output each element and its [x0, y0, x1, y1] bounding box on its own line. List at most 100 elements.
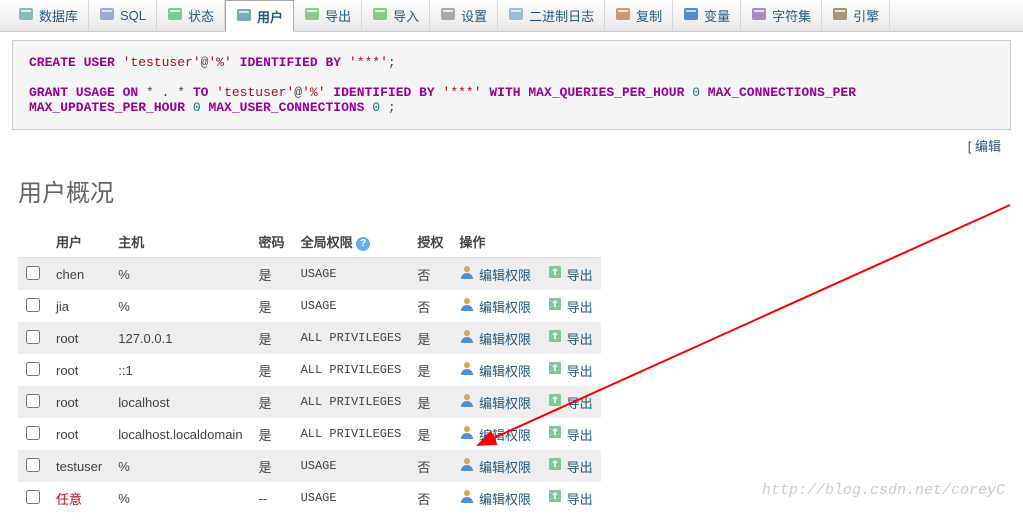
cell-grant: 是 — [409, 354, 451, 386]
cell-priv: USAGE — [293, 290, 410, 322]
sql-keyword: WITH MAX_QUERIES_PER_HOUR — [482, 85, 693, 100]
table-row: root::1是ALL PRIVILEGES是 编辑权限 导出 — [18, 354, 601, 386]
row-checkbox[interactable] — [26, 266, 40, 280]
edit-priv-link[interactable]: 编辑权限 — [479, 332, 531, 347]
user-edit-icon — [459, 300, 475, 315]
cell-priv: ALL PRIVILEGES — [293, 322, 410, 354]
tab-users[interactable]: 用户 — [225, 0, 294, 32]
export-link[interactable]: 导出 — [567, 300, 593, 315]
export-icon — [547, 396, 563, 411]
sql-keyword: MAX_CONNECTIONS_PER — [700, 85, 856, 100]
tab-replication[interactable]: 复制 — [605, 0, 673, 32]
export-icon — [304, 6, 320, 25]
sql-keyword: TO — [185, 85, 216, 100]
cell-priv: ALL PRIVILEGES — [293, 418, 410, 450]
help-icon[interactable]: ? — [356, 237, 370, 251]
sql-string: '***' — [349, 55, 388, 70]
col-host: 主机 — [110, 226, 250, 258]
user-edit-icon — [459, 268, 475, 283]
export-link[interactable]: 导出 — [567, 460, 593, 475]
export-link[interactable]: 导出 — [567, 268, 593, 283]
sql-string: 'testuser' — [216, 85, 294, 100]
row-checkbox[interactable] — [26, 458, 40, 472]
cell-host: % — [110, 290, 250, 322]
edit-priv-link[interactable]: 编辑权限 — [479, 492, 531, 507]
tab-vars[interactable]: 变量 — [673, 0, 741, 32]
edit-priv-link[interactable]: 编辑权限 — [479, 364, 531, 379]
binlog-icon — [508, 6, 524, 25]
tab-charset[interactable]: 字符集 — [741, 0, 822, 32]
cell-password: 是 — [251, 354, 293, 386]
edit-priv-link[interactable]: 编辑权限 — [479, 300, 531, 315]
tab-label: 引擎 — [853, 6, 879, 25]
cell-grant: 是 — [409, 418, 451, 450]
tab-export[interactable]: 导出 — [294, 0, 362, 32]
tab-engine[interactable]: 引擎 — [822, 0, 890, 32]
sql-text: ; — [380, 100, 396, 115]
cell-user: root — [48, 354, 110, 386]
users-icon — [236, 7, 252, 26]
cell-priv: USAGE — [293, 450, 410, 482]
export-icon — [547, 300, 563, 315]
sql-keyword: CREATE — [29, 55, 84, 70]
charset-icon — [751, 6, 767, 25]
row-checkbox[interactable] — [26, 490, 40, 504]
edit-priv-link[interactable]: 编辑权限 — [479, 268, 531, 283]
sql-string: '***' — [443, 85, 482, 100]
edit-sql-link[interactable]: [ 编辑 — [968, 139, 1001, 154]
cell-grant: 是 — [409, 386, 451, 418]
replication-icon — [615, 6, 631, 25]
table-row: rootlocalhost是ALL PRIVILEGES是 编辑权限 导出 — [18, 386, 601, 418]
col-checkbox — [18, 226, 48, 258]
tab-import[interactable]: 导入 — [362, 0, 430, 32]
table-row: rootlocalhost.localdomain 是ALL PRIVILEGES… — [18, 418, 601, 450]
row-checkbox[interactable] — [26, 394, 40, 408]
sql-number: 0 — [692, 85, 700, 100]
tab-settings[interactable]: 设置 — [430, 0, 498, 32]
tab-label: 用户 — [257, 7, 283, 26]
tab-binlog[interactable]: 二进制日志 — [498, 0, 605, 32]
edit-priv-link[interactable]: 编辑权限 — [479, 428, 531, 443]
tab-label: 变量 — [704, 6, 730, 25]
watermark: http://blog.csdn.net/coreyC — [762, 482, 1005, 499]
sql-icon — [99, 6, 115, 25]
col-password: 密码 — [251, 226, 293, 258]
export-link[interactable]: 导出 — [567, 364, 593, 379]
table-row: root127.0.0.1是ALL PRIVILEGES是 编辑权限 导出 — [18, 322, 601, 354]
row-checkbox[interactable] — [26, 426, 40, 440]
cell-user: root — [48, 418, 110, 450]
sql-text: ; — [388, 55, 396, 70]
user-edit-icon — [459, 460, 475, 475]
export-icon — [547, 332, 563, 347]
sql-result-box: CREATE USER 'testuser'@'%' IDENTIFIED BY… — [12, 40, 1011, 130]
tab-status[interactable]: 状态 — [157, 0, 225, 32]
export-link[interactable]: 导出 — [567, 396, 593, 411]
cell-password: 是 — [251, 290, 293, 322]
edit-priv-link[interactable]: 编辑权限 — [479, 460, 531, 475]
sql-number: 0 — [372, 100, 380, 115]
sql-string: '%' — [302, 85, 325, 100]
export-link[interactable]: 导出 — [567, 332, 593, 347]
edit-priv-link[interactable]: 编辑权限 — [479, 396, 531, 411]
tab-label: 二进制日志 — [529, 6, 594, 25]
cell-host: 127.0.0.1 — [110, 322, 250, 354]
export-link[interactable]: 导出 — [567, 428, 593, 443]
tab-sql[interactable]: SQL — [89, 0, 157, 32]
import-icon — [372, 6, 388, 25]
export-link[interactable]: 导出 — [567, 492, 593, 507]
row-checkbox[interactable] — [26, 362, 40, 376]
sql-keyword: MAX_USER_CONNECTIONS — [201, 100, 373, 115]
user-edit-icon — [459, 364, 475, 379]
tab-label: SQL — [120, 8, 146, 23]
row-checkbox[interactable] — [26, 298, 40, 312]
user-edit-icon — [459, 396, 475, 411]
cell-user: root — [48, 386, 110, 418]
cell-priv: ALL PRIVILEGES — [293, 354, 410, 386]
tab-label: 导出 — [325, 6, 351, 25]
sql-text: @ — [294, 85, 302, 100]
cell-host: localhost.localdomain — [110, 418, 250, 450]
col-global-priv: 全局权限 ? — [293, 226, 410, 258]
tab-label: 字符集 — [772, 6, 811, 25]
row-checkbox[interactable] — [26, 330, 40, 344]
tab-db[interactable]: 数据库 — [8, 0, 89, 32]
